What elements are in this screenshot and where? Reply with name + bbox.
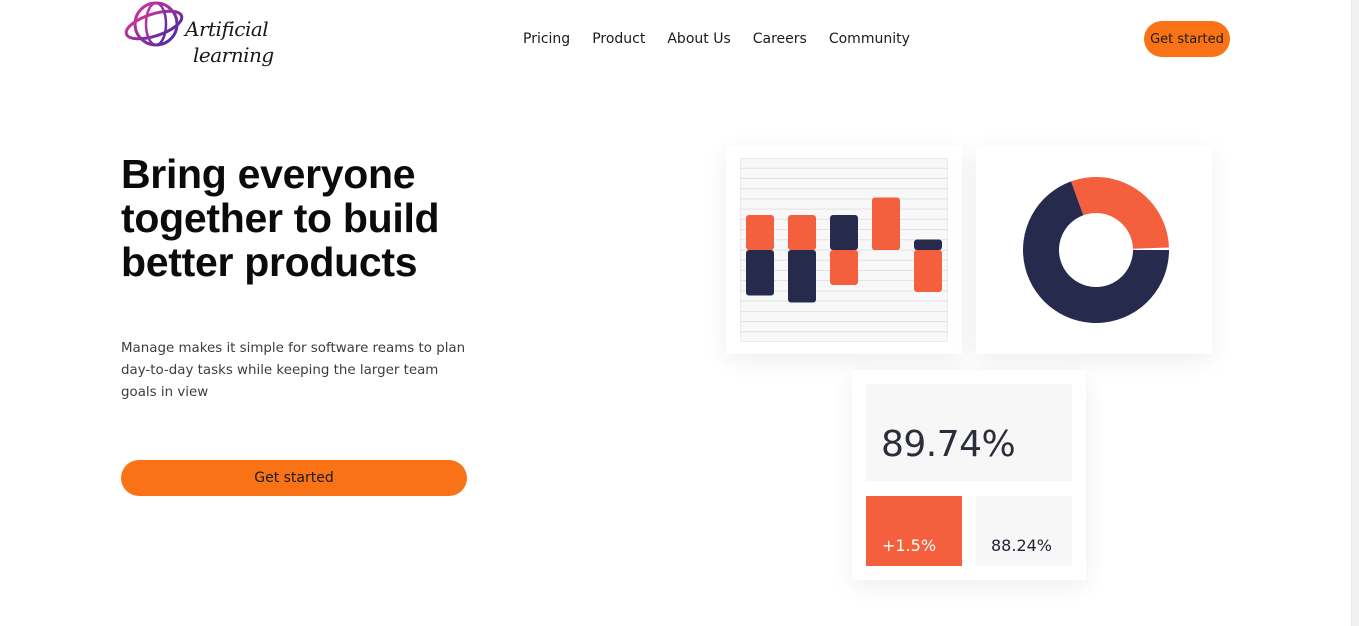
bar-5-series-1 — [914, 250, 942, 292]
bar-1-series-1 — [746, 215, 774, 250]
globe-orbit-icon — [124, 1, 184, 47]
nav-community[interactable]: Community — [818, 28, 921, 50]
donut-chart — [1023, 177, 1169, 323]
stat-delta-value: +1.5% — [882, 536, 937, 555]
stats-card: 89.74% +1.5% 88.24% — [852, 370, 1086, 580]
nav-careers[interactable]: Careers — [742, 28, 818, 50]
header-get-started-button[interactable]: Get started — [1144, 21, 1230, 57]
bar-chart-card — [726, 146, 962, 354]
nav-product[interactable]: Product — [581, 28, 656, 50]
hero-title: Bring everyone together to build better … — [121, 151, 440, 285]
bar-1-series-2 — [746, 250, 774, 296]
bar-2-series-2 — [788, 250, 816, 303]
brand-line-1: Artificial — [185, 17, 269, 41]
brand-name: Artificial learning — [185, 16, 274, 68]
brand-line-2: learning — [193, 43, 274, 67]
brand-logo[interactable]: Artificial learning — [123, 0, 274, 84]
bar-chart — [740, 158, 948, 342]
stat-main-value: 89.74% — [881, 424, 1016, 465]
scrollbar[interactable] — [1351, 0, 1359, 626]
bar-5-series-2 — [914, 239, 942, 250]
nav-pricing[interactable]: Pricing — [512, 28, 581, 50]
bar-3-series-1 — [830, 250, 858, 285]
donut-chart-card — [976, 146, 1212, 354]
bar-3-series-2 — [830, 215, 858, 250]
stat-delta-tile: +1.5% — [866, 496, 962, 566]
hero-get-started-button[interactable]: Get started — [121, 460, 467, 496]
donut-slice-1 — [1071, 177, 1169, 249]
stat-secondary-tile: 88.24% — [976, 496, 1072, 566]
bar-2-series-1 — [788, 215, 816, 250]
main-nav: Pricing Product About Us Careers Communi… — [512, 28, 921, 50]
bar-4-series-1 — [872, 197, 900, 250]
nav-about-us[interactable]: About Us — [656, 28, 741, 50]
stat-secondary-value: 88.24% — [991, 536, 1053, 555]
hero-description: Manage makes it simple for software ream… — [121, 341, 466, 400]
stat-main-tile: 89.74% — [866, 384, 1072, 481]
